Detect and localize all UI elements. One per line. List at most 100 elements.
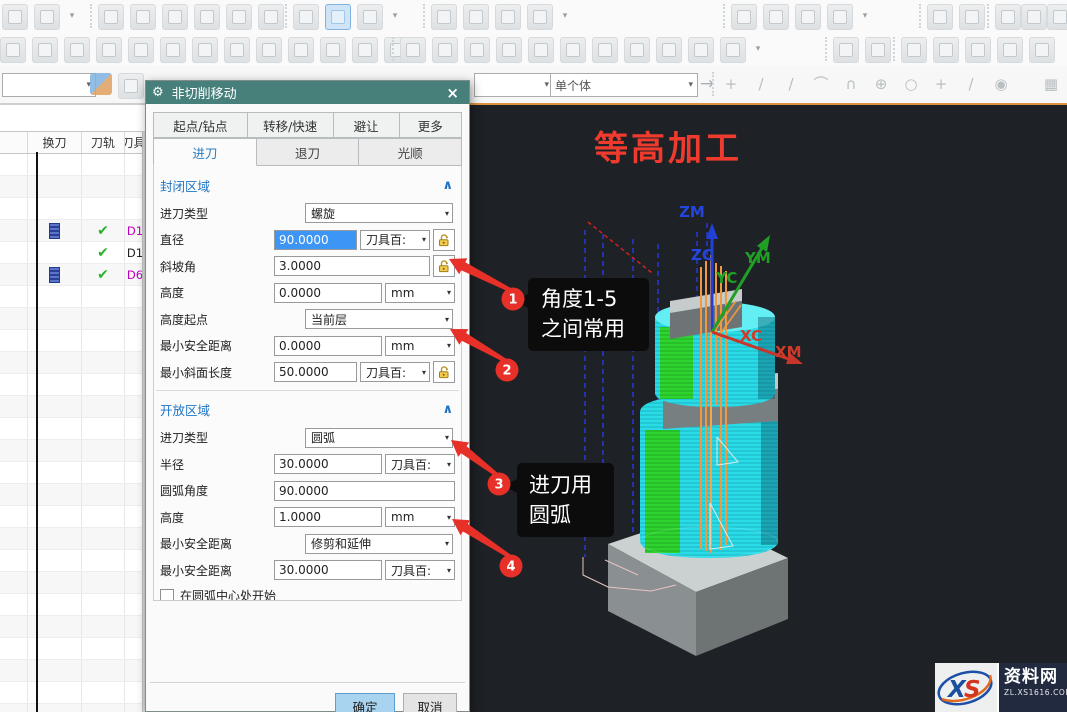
column-header[interactable]: [0, 132, 28, 153]
table-row[interactable]: [0, 616, 143, 638]
table-row[interactable]: [0, 440, 143, 462]
toolbar-icon[interactable]: [1047, 4, 1067, 30]
tab-transfer-rapid[interactable]: 转移/快速: [248, 112, 334, 138]
table-row[interactable]: [0, 176, 143, 198]
selection-scope-combo[interactable]: 单个体 ▾: [550, 73, 698, 97]
table-row[interactable]: ✔D6: [0, 264, 143, 286]
table-row[interactable]: [0, 330, 143, 352]
snap-icon[interactable]: ⊕: [868, 71, 894, 97]
value-input[interactable]: 0.0000: [274, 336, 382, 356]
snap-icon[interactable]: ◉: [988, 71, 1014, 97]
value-select[interactable]: 圆弧▾: [305, 428, 453, 448]
graphics-viewport[interactable]: ZM ZC YM YC XC XM 等高加工 角度1-5 之间常用 进刀用: [455, 103, 1067, 712]
snap-icon[interactable]: ∩: [838, 71, 864, 97]
table-row[interactable]: [0, 418, 143, 440]
toolbar-icon[interactable]: [1029, 37, 1055, 63]
table-row[interactable]: [0, 308, 143, 330]
toolbar-icon[interactable]: [118, 73, 144, 99]
toolbar-icon[interactable]: [496, 37, 522, 63]
snap-icon[interactable]: ⌒: [808, 71, 834, 97]
toolbar-icon[interactable]: [463, 4, 489, 30]
value-select[interactable]: 修剪和延伸▾: [305, 534, 453, 554]
toolbar-icon[interactable]: [192, 37, 218, 63]
table-row[interactable]: [0, 572, 143, 594]
value-select[interactable]: 当前层▾: [305, 309, 453, 329]
toolbar-drag-handle[interactable]: [285, 4, 290, 28]
toolbar-drag-handle[interactable]: [723, 4, 728, 28]
column-header[interactable]: 刀具: [125, 132, 143, 153]
toolbar-icon[interactable]: [357, 4, 383, 30]
toolbar-icon[interactable]: [560, 37, 586, 63]
toolbar-icon[interactable]: [64, 37, 90, 63]
chevron-down-icon[interactable]: ▾: [67, 4, 77, 28]
toolbar-drag-handle[interactable]: [919, 4, 924, 28]
toolbar-icon[interactable]: [795, 4, 821, 30]
table-row[interactable]: ✔D1: [0, 220, 143, 242]
toolbar-icon[interactable]: [325, 4, 351, 30]
toolbar-icon[interactable]: [224, 37, 250, 63]
chevron-up-icon[interactable]: ∧: [442, 402, 453, 417]
dialog-titlebar[interactable]: ⚙ 非切削移动 ×: [146, 81, 469, 104]
table-row[interactable]: [0, 528, 143, 550]
chevron-down-icon[interactable]: ▾: [860, 4, 870, 28]
table-row[interactable]: [0, 660, 143, 682]
toolbar-icon[interactable]: [400, 37, 426, 63]
tool-name-label[interactable]: D1: [125, 246, 143, 260]
toolbar-icon[interactable]: [431, 4, 457, 30]
value-input[interactable]: 3.0000: [274, 256, 430, 276]
toolbar-icon[interactable]: [656, 37, 682, 63]
value-input[interactable]: 90.0000: [274, 481, 455, 501]
toolbar-icon[interactable]: [688, 37, 714, 63]
toolbar-icon[interactable]: [592, 37, 618, 63]
unit-select[interactable]: 刀具百:▾: [385, 560, 455, 580]
layer-settings-icon[interactable]: [90, 73, 112, 95]
table-row[interactable]: [0, 682, 143, 704]
table-row[interactable]: [0, 484, 143, 506]
toolbar-drag-handle[interactable]: [423, 4, 428, 28]
toolbar-drag-handle[interactable]: [893, 37, 898, 61]
value-input[interactable]: 0.0000: [274, 283, 382, 303]
toolbar-drag-handle[interactable]: [90, 4, 95, 28]
snap-icon[interactable]: ○: [898, 71, 924, 97]
toolbar-icon[interactable]: [527, 4, 553, 30]
chevron-up-icon[interactable]: ∧: [442, 178, 453, 193]
value-input[interactable]: 30.0000: [274, 454, 382, 474]
snap-icon[interactable]: /: [958, 71, 984, 97]
table-row[interactable]: [0, 286, 143, 308]
toolbar-drag-handle[interactable]: [712, 72, 717, 96]
cancel-button[interactable]: 取消: [403, 693, 457, 712]
toolbar-icon[interactable]: [258, 4, 284, 30]
toolbar-icon[interactable]: [432, 37, 458, 63]
toolbar-icon[interactable]: [720, 37, 746, 63]
toolbar-drag-handle[interactable]: [392, 37, 397, 61]
unit-select[interactable]: 刀具百:▾: [360, 230, 430, 250]
unit-select[interactable]: mm▾: [385, 283, 455, 303]
tab-start-drill-points[interactable]: 起点/钻点: [153, 112, 248, 138]
chevron-down-icon[interactable]: ▾: [560, 4, 570, 28]
table-row[interactable]: [0, 396, 143, 418]
chevron-down-icon[interactable]: ▾: [753, 37, 763, 61]
toolbar-icon[interactable]: [464, 37, 490, 63]
type-filter-combo[interactable]: ▾: [474, 73, 554, 97]
unit-select[interactable]: mm▾: [385, 507, 455, 527]
toolbar-icon[interactable]: [933, 37, 959, 63]
toolbar-icon[interactable]: [98, 4, 124, 30]
tab-avoidance[interactable]: 避让: [334, 112, 400, 138]
table-row[interactable]: [0, 374, 143, 396]
toolbar-icon[interactable]: [128, 37, 154, 63]
toolbar-drag-handle[interactable]: [987, 4, 992, 28]
toolbar-icon[interactable]: [995, 4, 1021, 30]
checkbox[interactable]: [160, 589, 174, 602]
snap-icon[interactable]: +: [718, 71, 744, 97]
toolbar-icon[interactable]: [827, 4, 853, 30]
table-row[interactable]: ✔D1: [0, 242, 143, 264]
toolbar-icon[interactable]: [1021, 4, 1047, 30]
value-input[interactable]: 30.0000: [274, 560, 382, 580]
toolbar-icon[interactable]: [320, 37, 346, 63]
unit-select[interactable]: 刀具百:▾: [385, 454, 455, 474]
toolbar-icon[interactable]: [965, 37, 991, 63]
table-row[interactable]: [0, 550, 143, 572]
section-header[interactable]: 封闭区域∧: [154, 170, 461, 200]
lock-icon[interactable]: [433, 229, 455, 251]
toolbar-icon[interactable]: [160, 37, 186, 63]
